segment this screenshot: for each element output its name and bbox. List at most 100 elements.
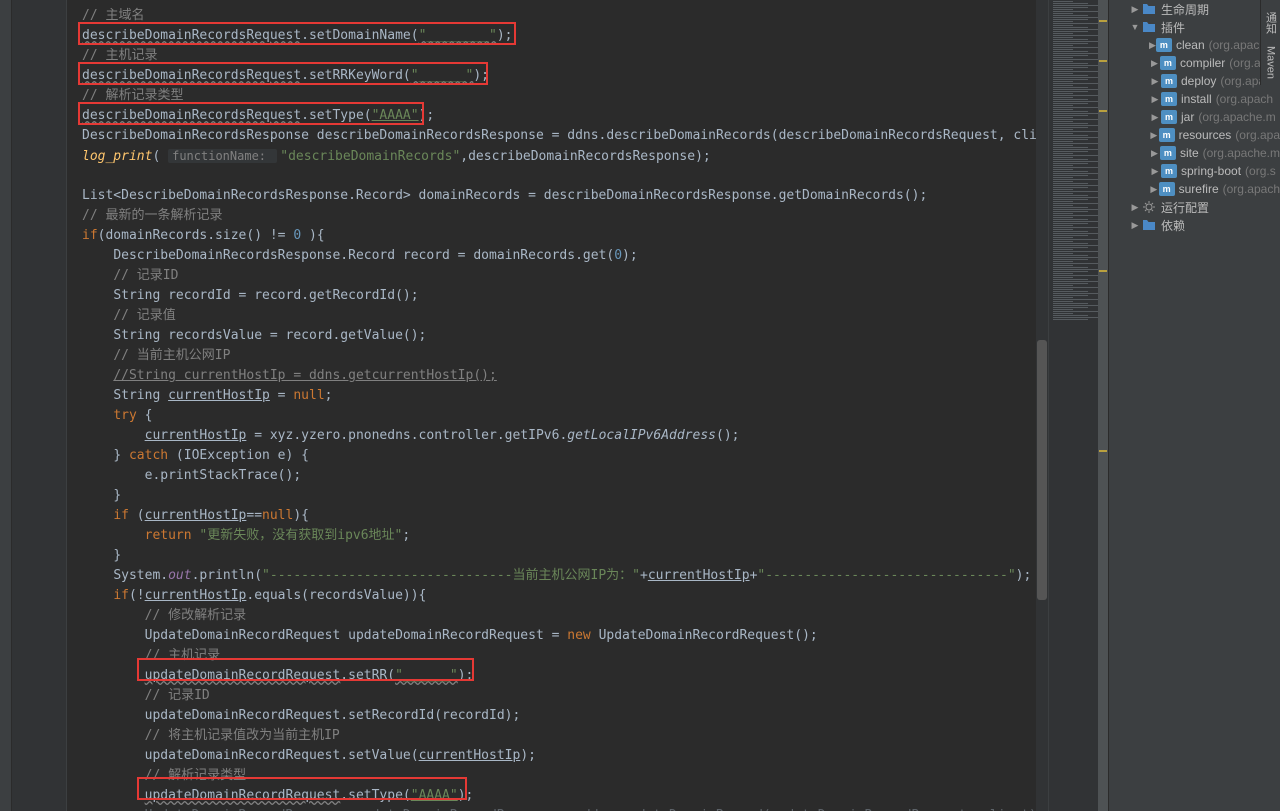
- sidebar-item-spring-boot[interactable]: ▶mspring-boot(org.s: [1109, 162, 1280, 180]
- tab-notify[interactable]: 通知: [1263, 6, 1279, 40]
- tab-maven[interactable]: Maven: [1265, 40, 1277, 85]
- left-tool-column: [0, 0, 12, 811]
- code-token: List<DescribeDomainRecordsResponse.Recor…: [82, 188, 927, 203]
- sidebar-item-surefire[interactable]: ▶msurefire(org.apach: [1109, 180, 1280, 198]
- expand-arrow-icon[interactable]: ▶: [1149, 184, 1159, 195]
- sidebar-item-jar[interactable]: ▶mjar(org.apache.m: [1109, 108, 1280, 126]
- code-token: }: [113, 548, 121, 563]
- code-token: +: [640, 568, 648, 583]
- code-token: );: [622, 248, 638, 263]
- keyword: null: [293, 388, 324, 403]
- comment: // 当前主机公网IP: [113, 348, 230, 363]
- code-token: (!: [129, 588, 145, 603]
- sidebar-item-插件[interactable]: ▼ 插件: [1109, 18, 1280, 36]
- sidebar-item-install[interactable]: ▶minstall(org.apach: [1109, 90, 1280, 108]
- expand-arrow-icon[interactable]: ▶: [1149, 76, 1161, 87]
- code-token: );: [458, 788, 474, 803]
- number: 0: [293, 228, 301, 243]
- expand-arrow-icon[interactable]: ▶: [1149, 130, 1159, 141]
- string-literal: "AAAA": [372, 108, 419, 123]
- keyword: return: [145, 528, 200, 543]
- editor-scrollbar[interactable]: [1036, 0, 1048, 811]
- expand-arrow-icon[interactable]: ▼: [1129, 22, 1141, 32]
- code-token: ==: [246, 508, 262, 523]
- code-token: );: [520, 748, 536, 763]
- gear-icon: [1141, 199, 1157, 215]
- maven-sidebar[interactable]: ▶生命周期▼插件▶mclean(org.apache.)▶mcompiler(o…: [1108, 0, 1280, 811]
- tree-item-label: 运行配置: [1161, 199, 1209, 216]
- expand-arrow-icon[interactable]: ▶: [1149, 112, 1161, 123]
- tree-item-label: jar: [1181, 110, 1194, 124]
- code-token: = xyz.yzero.pnonedns.controller.getIPv6.: [246, 428, 567, 443]
- code-token: ;: [325, 388, 333, 403]
- tree-item-label: deploy: [1181, 74, 1216, 88]
- expand-arrow-icon[interactable]: ▶: [1149, 148, 1160, 159]
- code-token: .setType(: [301, 108, 371, 123]
- maven-plugin-icon: m: [1159, 181, 1175, 197]
- code-token: String recordsValue = record.getValue();: [113, 328, 426, 343]
- sidebar-item-生命周期[interactable]: ▶生命周期: [1109, 0, 1280, 18]
- expand-arrow-icon[interactable]: ▶: [1129, 4, 1141, 15]
- maven-plugin-icon: m: [1160, 55, 1176, 71]
- tree-item-label: 插件: [1161, 19, 1185, 36]
- expand-arrow-icon[interactable]: ▶: [1149, 166, 1161, 177]
- code-token: updateDomainRecordRequest.setRecordId(re…: [145, 708, 521, 723]
- number: 0: [614, 248, 622, 263]
- folder-icon: [1141, 19, 1157, 35]
- expand-arrow-icon[interactable]: ▶: [1129, 220, 1141, 231]
- tree-item-hint: (org.apa: [1235, 128, 1280, 142]
- sidebar-item-依赖[interactable]: ▶依赖: [1109, 216, 1280, 234]
- sidebar-item-deploy[interactable]: ▶mdeploy(org.apach: [1109, 72, 1280, 90]
- sidebar-item-resources[interactable]: ▶m resources(org.apa: [1109, 126, 1280, 144]
- code-token: out: [168, 568, 191, 583]
- code-token: .equals(recordsValue)){: [246, 588, 426, 603]
- tree-item-label: spring-boot: [1181, 164, 1241, 178]
- tree-item-label: compiler: [1180, 56, 1225, 70]
- code-token: ;: [402, 528, 410, 543]
- code-token: currentHostIp: [145, 588, 247, 603]
- code-token: );: [1016, 568, 1032, 583]
- comment: // 解析记录类型: [145, 768, 246, 783]
- comment: //String currentHostIp = ddns.getcurrent…: [113, 368, 497, 383]
- expand-arrow-icon[interactable]: ▶: [1149, 58, 1160, 69]
- sidebar-item-运行配置[interactable]: ▶ 运行配置: [1109, 198, 1280, 216]
- folder-icon: [1141, 217, 1157, 233]
- keyword: try: [113, 408, 136, 423]
- tree-item-label: resources: [1179, 128, 1232, 142]
- string-literal: "-------------------------------当前主机公网IP…: [262, 568, 640, 583]
- code-editor[interactable]: // 主域名 describeDomainRecordsRequest.setD…: [12, 0, 1048, 811]
- minimap[interactable]: document.write(Array.from({length:160}).…: [1048, 0, 1108, 811]
- expand-arrow-icon[interactable]: ▶: [1149, 40, 1156, 51]
- expand-arrow-icon[interactable]: ▶: [1129, 202, 1141, 213]
- string-literal: "AAAA": [411, 788, 458, 803]
- comment: // 记录值: [113, 308, 175, 323]
- sidebar-item-compiler[interactable]: ▶mcompiler(org.apac: [1109, 54, 1280, 72]
- code-token: System.: [113, 568, 168, 583]
- code-token: }: [113, 448, 129, 463]
- code-token: describeDomainRecordsRequest: [82, 28, 301, 43]
- code-content[interactable]: // 主域名 describeDomainRecordsRequest.setD…: [82, 6, 1048, 811]
- expand-arrow-icon[interactable]: ▶: [1149, 94, 1161, 105]
- sidebar-item-clean[interactable]: ▶mclean(org.apache.): [1109, 36, 1280, 54]
- keyword: null: [262, 508, 293, 523]
- code-token: log_print: [82, 149, 152, 164]
- code-token: ();: [716, 428, 739, 443]
- code-token: DescribeDomainRecordsResponse.Record rec…: [113, 248, 614, 263]
- keyword: if: [113, 588, 129, 603]
- code-token: updateDomainRecordRequest.setValue(: [145, 748, 419, 763]
- keyword: if: [113, 508, 129, 523]
- maven-plugin-icon: m: [1159, 127, 1175, 143]
- comment: // 将主机记录值改为当前主机IP: [145, 728, 340, 743]
- sidebar-item-site[interactable]: ▶msite(org.apache.m: [1109, 144, 1280, 162]
- folder-icon: [1141, 1, 1157, 17]
- code-token: }: [113, 488, 121, 503]
- tree-item-label: site: [1180, 146, 1199, 160]
- code-token: (domainRecords.size() !=: [98, 228, 294, 243]
- code-token: updateDomainRecordRequest: [145, 788, 341, 803]
- maven-plugin-icon: m: [1161, 73, 1177, 89]
- code-token: describeDomainRecordsRequest: [82, 68, 301, 83]
- tree-item-hint: (org.apache.m: [1198, 110, 1275, 124]
- tree-item-label: install: [1181, 92, 1212, 106]
- code-token: ){: [293, 508, 309, 523]
- code-token: UpdateDomainRecordRequest updateDomainRe…: [145, 628, 568, 643]
